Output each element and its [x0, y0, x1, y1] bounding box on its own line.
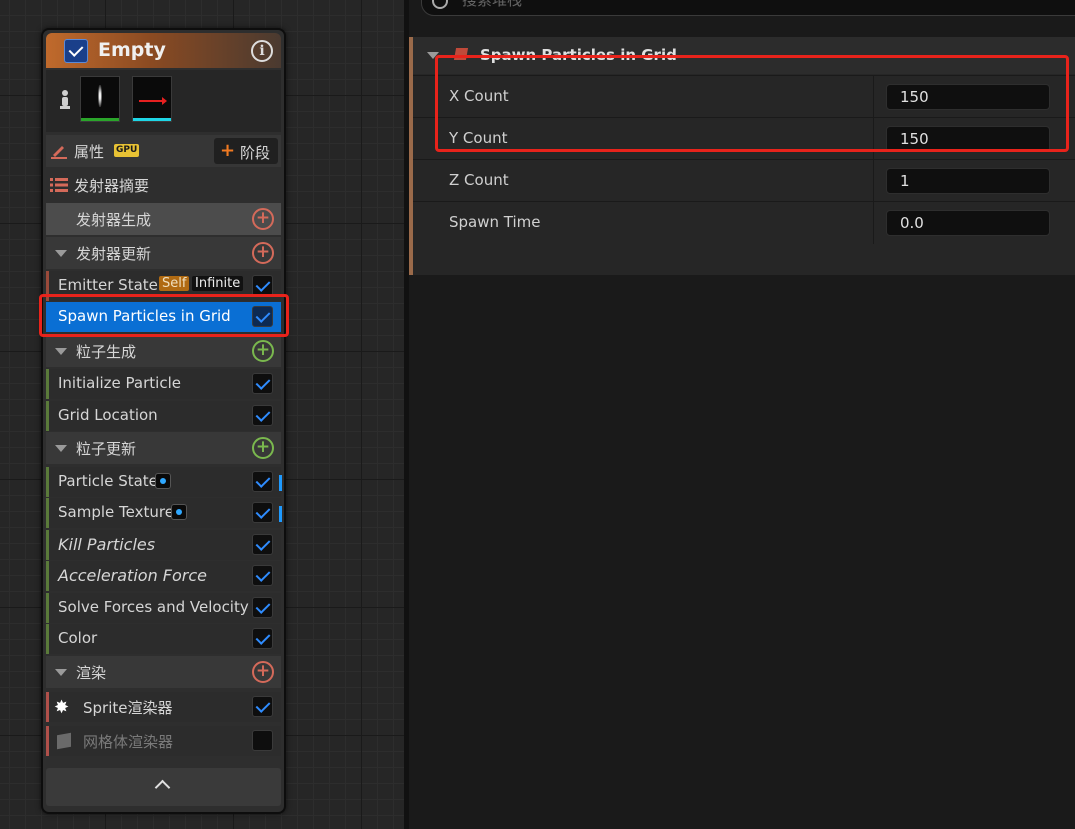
spawn-time-input[interactable]: 0.0: [886, 210, 1050, 236]
property-label: Spawn Time: [449, 213, 541, 231]
highlight-box: [435, 55, 1069, 152]
renderer-sprite[interactable]: ✸ Sprite渲染器: [46, 692, 281, 722]
node-header[interactable]: Empty i: [46, 33, 281, 68]
renderer-enabled-checkbox[interactable]: [252, 730, 273, 751]
renderer-enabled-checkbox[interactable]: [252, 696, 273, 717]
add-module-plus-icon[interactable]: +: [252, 437, 274, 459]
list-icon: [50, 178, 68, 192]
module-particle-state[interactable]: Particle State: [46, 467, 282, 497]
section-particle-spawn[interactable]: 粒子生成 +: [46, 335, 281, 367]
properties-row[interactable]: 属性 GPU + 阶段: [46, 135, 281, 167]
module-solve-forces[interactable]: Solve Forces and Velocity: [46, 593, 281, 623]
add-stage-button[interactable]: + 阶段: [214, 138, 278, 164]
mesh-icon: [57, 732, 71, 750]
module-label: Grid Location: [58, 406, 158, 424]
search-placeholder: 搜索堆栈: [462, 0, 523, 9]
person-icon: [60, 90, 70, 109]
graph-canvas[interactable]: Empty i 属性 GPU + 阶段 发射器摘要 发射器生成 + 发射器更新 …: [0, 0, 404, 829]
module-label: Emitter State: [58, 276, 158, 294]
renderer-mesh[interactable]: 网格体渲染器: [46, 726, 281, 756]
section-emitter-update[interactable]: 发射器更新 +: [46, 237, 281, 269]
particle-spawn-label: 粒子生成: [76, 343, 137, 361]
module-color[interactable]: Color: [46, 624, 281, 654]
property-label: Z Count: [449, 171, 509, 189]
module-label: Initialize Particle: [58, 374, 181, 392]
module-enabled-checkbox[interactable]: [252, 502, 273, 523]
sprite-icon: ✸: [54, 697, 70, 718]
search-icon: [432, 0, 448, 9]
emitter-thumbnail[interactable]: [80, 76, 120, 122]
details-panel: 搜索堆栈 Spawn Particles in Grid X Count 150…: [409, 0, 1075, 829]
module-kill-particles[interactable]: Kill Particles: [46, 530, 281, 560]
module-label: Sample Texture: [58, 503, 174, 521]
emitter-enabled-checkbox[interactable]: [64, 39, 88, 63]
status-bar: [279, 475, 282, 491]
emitter-summary-label: 发射器摘要: [74, 177, 150, 195]
emitter-title: Empty: [98, 39, 166, 61]
module-enabled-checkbox[interactable]: [252, 565, 273, 586]
module-grid-location[interactable]: Grid Location: [46, 401, 281, 431]
column-divider[interactable]: [873, 202, 874, 244]
status-bar: [279, 506, 282, 522]
collapse-triangle-icon[interactable]: [55, 445, 67, 452]
gpu-badge: GPU: [114, 144, 140, 157]
module-label: Kill Particles: [58, 535, 156, 554]
renderer-thumbnail[interactable]: [132, 76, 172, 122]
column-divider[interactable]: [873, 160, 874, 202]
section-render[interactable]: 渲染 +: [46, 656, 281, 688]
emitter-node[interactable]: Empty i 属性 GPU + 阶段 发射器摘要 发射器生成 + 发射器更新 …: [41, 28, 286, 814]
highlight-box: [39, 294, 289, 337]
info-icon[interactable]: i: [251, 40, 273, 62]
module-initialize-particle[interactable]: Initialize Particle: [46, 369, 281, 399]
property-row-spawn-time: Spawn Time 0.0: [413, 201, 1075, 244]
dot-badge-icon: [171, 504, 187, 520]
dot-badge-icon: [155, 473, 171, 489]
section-particle-update[interactable]: 粒子更新 +: [46, 432, 281, 464]
emitter-spawn-label: 发射器生成: [76, 211, 152, 229]
add-module-plus-icon[interactable]: +: [252, 208, 274, 230]
collapse-triangle-icon[interactable]: [55, 669, 67, 676]
add-module-plus-icon[interactable]: +: [252, 242, 274, 264]
collapse-triangle-icon[interactable]: [55, 250, 67, 257]
property-row-z-count: Z Count 1: [413, 159, 1075, 202]
thumbnail-area: [46, 70, 281, 132]
add-renderer-plus-icon[interactable]: +: [252, 661, 274, 683]
module-label: Sprite渲染器: [83, 699, 173, 717]
search-field[interactable]: 搜索堆栈: [421, 0, 1075, 16]
plus-icon: +: [220, 140, 236, 161]
module-enabled-checkbox[interactable]: [252, 597, 273, 618]
module-enabled-checkbox[interactable]: [252, 534, 273, 555]
properties-label: 属性: [74, 143, 105, 161]
render-label: 渲染: [76, 664, 107, 682]
infinite-badge: Infinite: [192, 276, 244, 291]
module-label: Color: [58, 629, 98, 647]
add-module-plus-icon[interactable]: +: [252, 340, 274, 362]
emitter-summary-row[interactable]: 发射器摘要: [46, 169, 281, 201]
pencil-icon: [51, 146, 67, 159]
module-sample-texture[interactable]: Sample Texture: [46, 498, 282, 528]
self-badge: Self: [159, 276, 190, 291]
module-enabled-checkbox[interactable]: [252, 275, 273, 296]
module-acceleration-force[interactable]: Acceleration Force: [46, 561, 281, 591]
module-label: 网格体渲染器: [83, 733, 174, 751]
collapse-node-button[interactable]: [46, 768, 281, 806]
module-label: Particle State: [58, 472, 158, 490]
module-enabled-checkbox[interactable]: [252, 628, 273, 649]
particle-update-label: 粒子更新: [76, 440, 137, 458]
module-enabled-checkbox[interactable]: [252, 405, 273, 426]
collapse-triangle-icon[interactable]: [55, 348, 67, 355]
module-label: Acceleration Force: [58, 566, 207, 585]
z-count-input[interactable]: 1: [886, 168, 1050, 194]
module-enabled-checkbox[interactable]: [252, 373, 273, 394]
stage-button-label: 阶段: [240, 144, 271, 162]
section-emitter-spawn[interactable]: 发射器生成 +: [46, 203, 281, 235]
emitter-update-label: 发射器更新: [76, 245, 152, 263]
chevron-up-icon: [154, 779, 171, 796]
module-label: Solve Forces and Velocity: [58, 598, 249, 616]
module-enabled-checkbox[interactable]: [252, 471, 273, 492]
